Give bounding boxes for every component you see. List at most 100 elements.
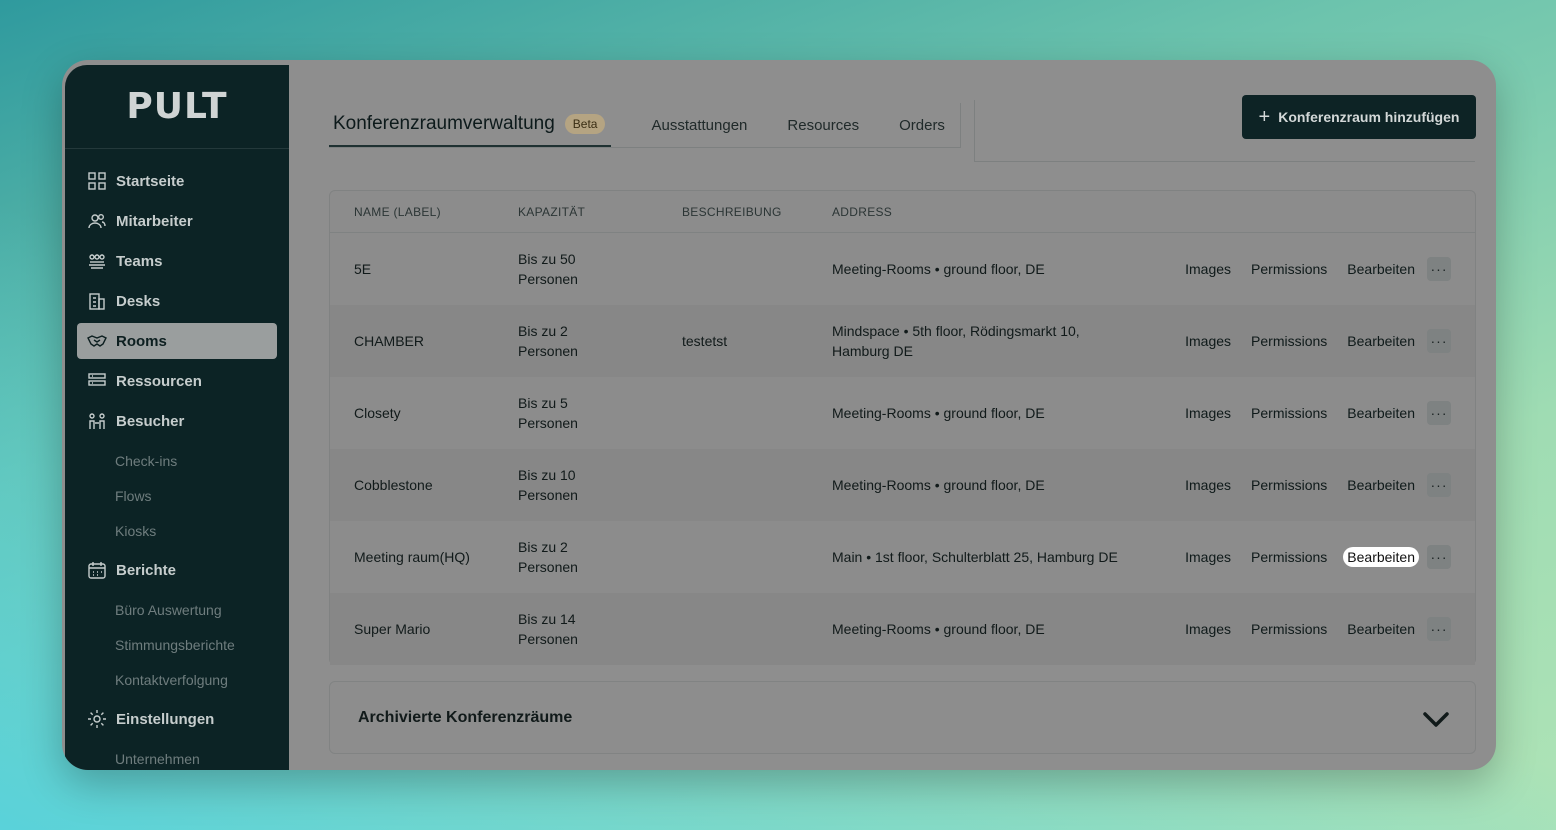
- capacity-line: Bis zu 10: [518, 467, 576, 483]
- app-window: PULT Startseite Mitarbeiter Teams Desks …: [62, 60, 1496, 770]
- table-row[interactable]: Super Mario Bis zu 14 Personen Meeting-Ro…: [330, 593, 1475, 665]
- more-options-icon[interactable]: ···: [1427, 257, 1451, 281]
- capacity-line: Personen: [518, 487, 578, 503]
- rooms-table: NAME (LABEL) KAPAZITÄT BESCHREIBUNG ADDR…: [329, 190, 1476, 665]
- room-address: Main • 1st floor, Schulterblatt 25, Hamb…: [832, 549, 1118, 565]
- sidebar-subitem-flows[interactable]: Flows: [65, 478, 289, 513]
- sidebar-item-rooms[interactable]: Rooms: [77, 323, 277, 359]
- room-name: 5E: [354, 261, 372, 277]
- calendar-icon: [87, 560, 107, 580]
- add-conference-room-button[interactable]: + Konferenzraum hinzufügen: [1242, 95, 1476, 139]
- more-options-icon[interactable]: ···: [1427, 617, 1451, 641]
- room-capacity: Bis zu 50 Personen: [518, 249, 658, 289]
- room-address: Meeting-Rooms • ground floor, DE: [832, 477, 1045, 493]
- capacity-line: Bis zu 5: [518, 395, 568, 411]
- images-link[interactable]: Images: [1181, 619, 1235, 639]
- sidebar-item-berichte[interactable]: Berichte: [77, 552, 277, 588]
- capacity-line: Personen: [518, 415, 578, 431]
- column-header-capacity[interactable]: KAPAZITÄT: [518, 202, 658, 222]
- visitors-icon: [87, 411, 107, 431]
- sidebar-item-label: Mitarbeiter: [116, 212, 193, 230]
- images-link[interactable]: Images: [1181, 547, 1235, 567]
- sidebar-item-label: Desks: [116, 292, 161, 310]
- room-address: Meeting-Rooms • ground floor, DE: [832, 261, 1045, 277]
- tabs-divider: [329, 147, 961, 148]
- sidebar-item-ressourcen[interactable]: Ressourcen: [77, 363, 277, 399]
- chevron-down-icon[interactable]: [1421, 704, 1451, 734]
- room-capacity: Bis zu 5 Personen: [518, 393, 658, 433]
- logo[interactable]: PULT: [65, 65, 289, 149]
- permissions-link[interactable]: Permissions: [1247, 331, 1331, 351]
- table-row[interactable]: Closety Bis zu 5 Personen Meeting-Rooms •…: [330, 377, 1475, 449]
- row-actions: Images Permissions Bearbeiten ···: [1169, 257, 1451, 281]
- tab-resources[interactable]: Resources: [783, 103, 863, 147]
- edit-link[interactable]: Bearbeiten: [1343, 619, 1419, 639]
- edit-link[interactable]: Bearbeiten: [1343, 259, 1419, 279]
- more-options-icon[interactable]: ···: [1427, 329, 1451, 353]
- permissions-link[interactable]: Permissions: [1247, 403, 1331, 423]
- sidebar-item-desks[interactable]: Desks: [77, 283, 277, 319]
- resources-icon: [87, 371, 107, 391]
- room-name: Closety: [354, 405, 401, 421]
- building-icon: [87, 291, 107, 311]
- capacity-line: Personen: [518, 559, 578, 575]
- tabs-divider: [974, 161, 1475, 162]
- sidebar-subitem-stimmungsberichte[interactable]: Stimmungsberichte: [65, 627, 289, 662]
- sidebar-subitem-buero-auswertung[interactable]: Büro Auswertung: [65, 592, 289, 627]
- permissions-link[interactable]: Permissions: [1247, 547, 1331, 567]
- column-header-description[interactable]: BESCHREIBUNG: [682, 205, 822, 219]
- tab-orders[interactable]: Orders: [895, 103, 949, 147]
- sidebar-item-startseite[interactable]: Startseite: [77, 163, 277, 199]
- edit-link[interactable]: Bearbeiten: [1343, 475, 1419, 495]
- images-link[interactable]: Images: [1181, 331, 1235, 351]
- sidebar-subitem-kontaktverfolgung[interactable]: Kontaktverfolgung: [65, 662, 289, 697]
- capacity-line: Personen: [518, 343, 578, 359]
- sidebar-item-mitarbeiter[interactable]: Mitarbeiter: [77, 203, 277, 239]
- table-header: NAME (LABEL) KAPAZITÄT BESCHREIBUNG ADDR…: [330, 191, 1475, 233]
- sidebar-item-teams[interactable]: Teams: [77, 243, 277, 279]
- row-actions: Images Permissions Bearbeiten ···: [1169, 473, 1451, 497]
- room-address: Mindspace • 5th floor, Rödingsmarkt 10, …: [832, 323, 1080, 359]
- sidebar-subitem-check-ins[interactable]: Check-ins: [65, 443, 289, 478]
- table-row[interactable]: 5E Bis zu 50 Personen Meeting-Rooms • gro…: [330, 233, 1475, 305]
- team-icon: [87, 251, 107, 271]
- permissions-link[interactable]: Permissions: [1247, 619, 1331, 639]
- archived-rooms-panel[interactable]: Archivierte Konferenzräume: [329, 681, 1476, 754]
- permissions-link[interactable]: Permissions: [1247, 259, 1331, 279]
- images-link[interactable]: Images: [1181, 403, 1235, 423]
- column-header-address[interactable]: ADDRESS: [832, 202, 1132, 222]
- room-capacity: Bis zu 10 Personen: [518, 465, 658, 505]
- more-options-icon[interactable]: ···: [1427, 545, 1451, 569]
- more-options-icon[interactable]: ···: [1427, 401, 1451, 425]
- sidebar-subitem-kiosks[interactable]: Kiosks: [65, 513, 289, 548]
- images-link[interactable]: Images: [1181, 259, 1235, 279]
- row-actions: Images Permissions Bearbeiten ···: [1169, 545, 1451, 569]
- column-header-name[interactable]: NAME (LABEL): [354, 205, 504, 219]
- sidebar-item-label: Berichte: [116, 561, 177, 579]
- main-content: Konferenzraumverwaltung Beta Ausstattung…: [289, 60, 1496, 770]
- grid-icon: [87, 171, 107, 191]
- table-row[interactable]: Cobblestone Bis zu 10 Personen Meeting-Ro…: [330, 449, 1475, 521]
- room-name: Meeting raum(HQ): [354, 549, 470, 565]
- room-address: Meeting-Rooms • ground floor, DE: [832, 621, 1045, 637]
- table-row[interactable]: CHAMBER Bis zu 2 Personen testetst Mindsp…: [330, 305, 1475, 377]
- room-name: Super Mario: [354, 621, 431, 637]
- images-link[interactable]: Images: [1181, 475, 1235, 495]
- permissions-link[interactable]: Permissions: [1247, 475, 1331, 495]
- handshake-icon: [87, 331, 107, 351]
- sidebar-subitem-unternehmen[interactable]: Unternehmen: [65, 741, 289, 770]
- tab-konferenzraumverwaltung[interactable]: Konferenzraumverwaltung Beta: [329, 103, 612, 147]
- sidebar-item-label: Teams: [116, 252, 163, 270]
- table-row[interactable]: Meeting raum(HQ) Bis zu 2 Personen Main •…: [330, 521, 1475, 593]
- edit-link[interactable]: Bearbeiten: [1343, 331, 1419, 351]
- room-capacity: Bis zu 2 Personen: [518, 537, 658, 577]
- sidebar-item-einstellungen[interactable]: Einstellungen: [77, 701, 277, 737]
- tab-ausstattungen[interactable]: Ausstattungen: [647, 103, 751, 147]
- edit-link[interactable]: Bearbeiten: [1343, 547, 1419, 567]
- more-options-icon[interactable]: ···: [1427, 473, 1451, 497]
- sidebar-item-besucher[interactable]: Besucher: [77, 403, 277, 439]
- sidebar-item-label: Besucher: [116, 412, 185, 430]
- room-capacity: Bis zu 2 Personen: [518, 321, 658, 361]
- beta-badge: Beta: [564, 114, 606, 134]
- edit-link[interactable]: Bearbeiten: [1343, 403, 1419, 423]
